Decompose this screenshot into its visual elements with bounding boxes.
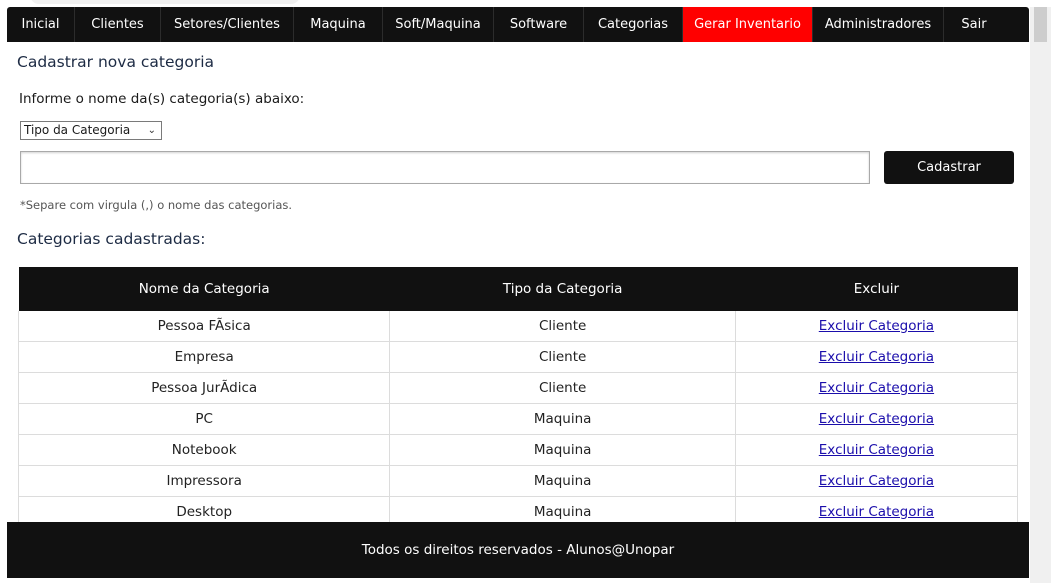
category-type-cell: Maquina (389, 403, 736, 435)
table-header-row: Nome da Categoria Tipo da Categoria Excl… (18, 267, 1018, 311)
column-header-delete: Excluir (853, 281, 900, 297)
category-name-input[interactable] (20, 151, 870, 184)
table-row: PC Maquina Excluir Categoria (17, 403, 1019, 435)
categories-heading: Categorias cadastradas: (17, 230, 206, 248)
table-row: Pessoa JurÃdica Cliente Excluir Categori… (17, 372, 1019, 404)
delete-category-link[interactable]: Excluir Categoria (819, 411, 934, 427)
category-type-cell: Cliente (389, 341, 736, 373)
nav-item-soft-maquina[interactable]: Soft/Maquina (383, 7, 494, 42)
footer: Todos os direitos reservados - Alunos@Un… (7, 522, 1029, 578)
delete-category-link[interactable]: Excluir Categoria (819, 504, 934, 520)
scrollbar-thumb[interactable] (1034, 7, 1047, 42)
delete-cell: Excluir Categoria (734, 403, 1019, 435)
delete-category-link[interactable]: Excluir Categoria (819, 380, 934, 396)
category-type-select[interactable]: Tipo da Categoria ⌄ (20, 121, 162, 140)
delete-category-link[interactable]: Excluir Categoria (819, 473, 934, 489)
category-type-cell: Maquina (389, 465, 736, 497)
nav-item-software[interactable]: Software (494, 7, 584, 42)
categories-table: Nome da Categoria Tipo da Categoria Excl… (17, 267, 1019, 528)
delete-category-link[interactable]: Excluir Categoria (819, 318, 934, 334)
cadastrar-button[interactable]: Cadastrar (884, 151, 1014, 184)
nav-item-inicial[interactable]: Inicial (7, 7, 75, 42)
form-instruction: Informe o nome da(s) categoria(s) abaixo… (19, 91, 305, 107)
table-row: Impressora Maquina Excluir Categoria (17, 465, 1019, 497)
category-type-select-value: Tipo da Categoria (24, 123, 131, 137)
category-name-cell: Notebook (17, 434, 391, 466)
table-row: Notebook Maquina Excluir Categoria (17, 434, 1019, 466)
delete-cell: Excluir Categoria (734, 434, 1019, 466)
category-name-cell: Pessoa JurÃdica (17, 372, 391, 404)
nav-item-sair[interactable]: Sair (944, 7, 1004, 42)
category-type-cell: Cliente (389, 372, 736, 404)
table-row: Pessoa FÃsica Cliente Excluir Categoria (17, 311, 1019, 342)
footer-text: Todos os direitos reservados - Alunos@Un… (361, 542, 675, 558)
nav-item-clientes[interactable]: Clientes (75, 7, 161, 42)
delete-cell: Excluir Categoria (734, 311, 1019, 342)
header-strip (0, 0, 1051, 7)
category-name-cell: Empresa (17, 341, 391, 373)
nav-item-setores-clientes[interactable]: Setores/Clientes (161, 7, 294, 42)
category-name-cell: Pessoa FÃsica (17, 311, 391, 342)
logo-fragment (30, 0, 300, 4)
category-type-cell: Cliente (389, 311, 736, 342)
delete-category-link[interactable]: Excluir Categoria (819, 442, 934, 458)
delete-cell: Excluir Categoria (734, 465, 1019, 497)
column-header-name: Nome da Categoria (138, 281, 270, 297)
nav-item-categorias[interactable]: Categorias (584, 7, 683, 42)
delete-cell: Excluir Categoria (734, 341, 1019, 373)
form-title: Cadastrar nova categoria (17, 53, 215, 71)
nav-item-administradores[interactable]: Administradores (813, 7, 944, 42)
nav-item-gerar-inventario[interactable]: Gerar Inventario (683, 7, 813, 42)
form-hint: *Separe com virgula (,) o nome das categ… (20, 198, 293, 212)
column-header-type: Tipo da Categoria (502, 281, 623, 297)
delete-category-link[interactable]: Excluir Categoria (819, 349, 934, 365)
nav-item-maquina[interactable]: Maquina (294, 7, 383, 42)
vertical-scrollbar[interactable] (1030, 7, 1051, 583)
category-name-cell: Impressora (17, 465, 391, 497)
main-nav: Inicial Clientes Setores/Clientes Maquin… (7, 7, 1029, 42)
category-name-cell: PC (17, 403, 391, 435)
delete-cell: Excluir Categoria (734, 372, 1019, 404)
table-row: Empresa Cliente Excluir Categoria (17, 341, 1019, 373)
category-type-cell: Maquina (389, 434, 736, 466)
chevron-down-icon: ⌄ (147, 125, 156, 136)
